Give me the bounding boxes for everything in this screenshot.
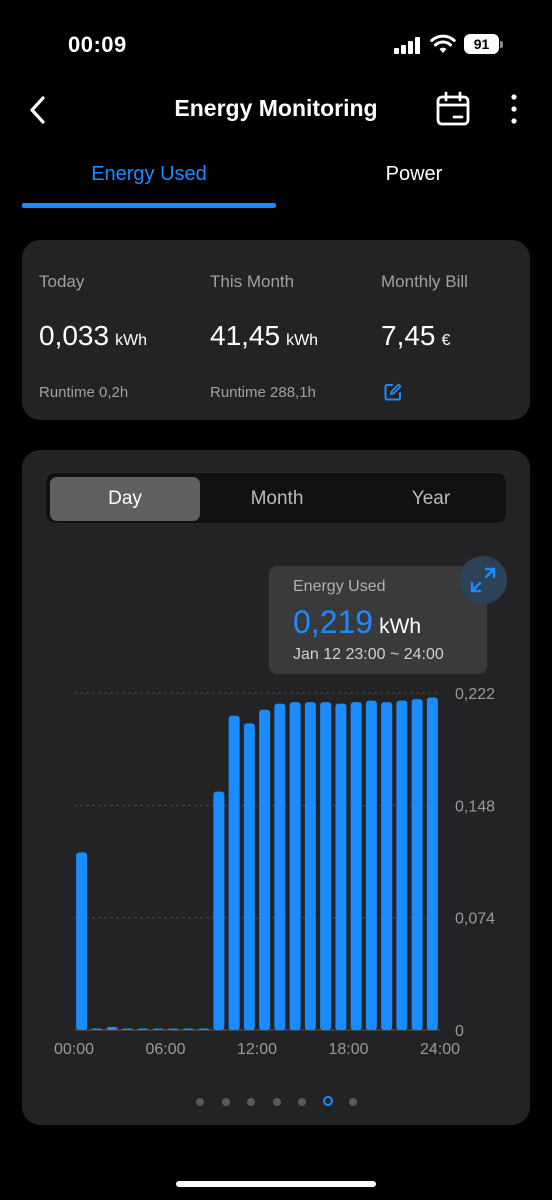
chart-bar: [274, 703, 286, 1030]
today-value-unit: kWh: [115, 332, 148, 349]
x-tick-label: 00:00: [54, 1041, 94, 1058]
page-dot[interactable]: [272, 1098, 281, 1106]
bill-value-unit: €: [441, 332, 451, 349]
chart-bar: [426, 697, 438, 1030]
edit-bill-icon[interactable]: [383, 382, 403, 402]
wifi-icon: [430, 34, 456, 53]
month-value-unit: kWh: [286, 332, 319, 349]
tooltip-value: 0,219 kWh: [293, 604, 421, 641]
chart-bar: [198, 1028, 210, 1030]
tab-bar: Energy Used Power: [0, 155, 552, 211]
page-dot[interactable]: [298, 1098, 306, 1106]
tooltip-value-unit: kWh: [379, 615, 422, 638]
chart-bar: [152, 1028, 164, 1030]
y-tick-label: 0,148: [455, 798, 495, 815]
x-tick-label: 12:00: [237, 1041, 277, 1058]
x-tick-label: 18:00: [328, 1041, 368, 1058]
today-value: 0,033 kWh: [39, 320, 147, 352]
bill-value: 7,45 €: [381, 320, 450, 352]
status-time: 00:09: [68, 32, 127, 57]
page-dot[interactable]: [247, 1098, 255, 1106]
chart-bar: [243, 723, 255, 1030]
chart-bar: [137, 1028, 149, 1030]
today-runtime: Runtime 0,2h: [39, 384, 129, 401]
summary-card: Today 0,033 kWh Runtime 0,2h This Month 4…: [22, 240, 530, 420]
chart-bar: [213, 791, 225, 1030]
battery-level: 91: [464, 34, 499, 54]
page-dot[interactable]: [221, 1098, 230, 1106]
page-dot[interactable]: [322, 1096, 333, 1106]
status-bar: 00:09 91: [0, 0, 552, 80]
month-runtime: Runtime 288,1h: [210, 384, 316, 401]
page-dot[interactable]: [196, 1098, 204, 1106]
y-tick-label: 0,222: [455, 686, 495, 703]
chart-bar: [167, 1028, 179, 1030]
chart-bar: [121, 1028, 133, 1030]
more-options-icon[interactable]: [500, 90, 528, 128]
active-tab-indicator: [22, 203, 276, 208]
chart-bar: [182, 1028, 194, 1030]
cellular-signal-icon: [394, 36, 422, 54]
month-label: This Month: [210, 272, 295, 291]
chart-bar: [91, 1028, 103, 1030]
chart-bar: [304, 702, 316, 1030]
chart-bar: [335, 703, 347, 1030]
today-value-number: 0,033: [39, 320, 110, 351]
chart-bar: [365, 700, 377, 1030]
tooltip-label: Energy Used: [293, 578, 386, 595]
chart-tooltip: Energy Used 0,219 kWh Jan 12 23:00 ~ 24:0…: [269, 566, 487, 674]
month-value-number: 41,45: [210, 320, 281, 351]
chart-card: Day Month Year 0 0,074 0,148 0,222 00:00 06:0…: [22, 450, 530, 1125]
x-tick-label: 06:00: [145, 1041, 185, 1058]
chart-bar: [350, 702, 362, 1030]
bill-label: Monthly Bill: [381, 272, 468, 291]
tooltip-value-number: 0,219: [293, 604, 374, 640]
tab-power[interactable]: Power: [276, 163, 552, 186]
chart-bar: [381, 702, 393, 1030]
tooltip-time-range: Jan 12 23:00 ~ 24:00: [293, 646, 444, 663]
today-label: Today: [39, 272, 85, 291]
expand-chart-icon[interactable]: [459, 556, 507, 604]
bill-value-number: 7,45: [381, 320, 436, 351]
chart-bar: [289, 702, 301, 1030]
battery-icon: 91: [464, 34, 503, 54]
chart-bar: [411, 699, 423, 1030]
chart-bar: [76, 852, 88, 1030]
y-tick-label: 0,074: [455, 911, 495, 928]
month-value: 41,45 kWh: [210, 320, 318, 352]
chart-bar: [259, 709, 271, 1030]
home-indicator: [176, 1181, 376, 1187]
chart-bar: [396, 700, 408, 1030]
chart-bar: [228, 715, 240, 1030]
tab-energy-used[interactable]: Energy Used: [22, 163, 276, 186]
chart-bar: [320, 702, 332, 1030]
calendar-icon[interactable]: [434, 90, 472, 128]
page-dot[interactable]: [349, 1098, 357, 1106]
y-tick-label: 0: [455, 1023, 464, 1040]
nav-bar: Energy Monitoring: [0, 80, 552, 140]
chart-bar: [106, 1026, 118, 1030]
x-tick-label: 24:00: [420, 1041, 460, 1058]
energy-bar-chart: 0 0,074 0,148 0,222 00:00 06:00 12:00 18:00 24:0…: [54, 686, 495, 1058]
page-indicator: [22, 1095, 530, 1109]
